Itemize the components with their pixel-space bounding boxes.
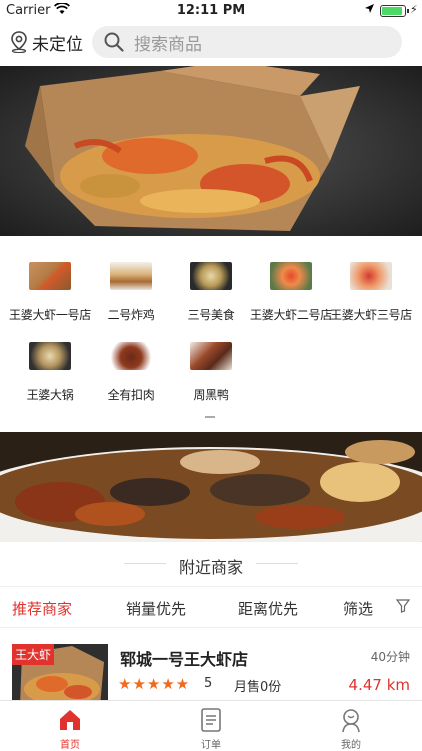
- shop-distance: 4.47 km: [348, 676, 410, 694]
- shop-list-item[interactable]: 王大虾 郓城一号王大虾店 40分钟 ★★★★★ 5 月售0份 4.47 km: [0, 630, 422, 706]
- tab-orders[interactable]: 订单: [141, 701, 281, 751]
- charging-icon: ⚡: [410, 3, 418, 16]
- location-arrow-icon: [364, 3, 375, 18]
- category-label: 王婆大虾三号店: [330, 308, 412, 322]
- bottom-tab-bar: 首页 订单 我的: [0, 700, 422, 751]
- fried-chicken-icon: [110, 262, 152, 290]
- category-item[interactable]: 王婆大锅: [8, 330, 92, 402]
- sort-sales-tab[interactable]: 销量优先: [126, 598, 186, 619]
- category-item[interactable]: 王婆大虾二号店: [249, 250, 333, 322]
- monthly-sales: 月售0份: [234, 680, 282, 695]
- shrimp-dish-icon: [350, 262, 392, 290]
- status-bar: Carrier 12:11 PM ⚡: [0, 0, 422, 22]
- clock: 12:11 PM: [176, 3, 246, 18]
- top-bar: 未定位 搜索商品: [0, 22, 422, 62]
- crab-box-icon: [29, 262, 71, 290]
- profile-icon: [338, 707, 364, 733]
- sort-recommended-tab[interactable]: 推荐商家: [12, 598, 72, 619]
- category-label: 周黑鸭: [193, 388, 229, 402]
- location-pin-icon: [11, 31, 27, 53]
- nearby-title: 附近商家: [178, 558, 243, 577]
- category-label: 王婆大虾一号店: [9, 308, 91, 322]
- search-input[interactable]: 搜索商品: [92, 26, 402, 58]
- location-button[interactable]: 未定位: [10, 28, 83, 56]
- sort-distance-tab[interactable]: 距离优先: [238, 598, 298, 619]
- braised-pork-icon: [110, 342, 152, 370]
- category-item[interactable]: 三号美食: [169, 250, 253, 322]
- filter-icon[interactable]: [395, 599, 411, 617]
- battery-icon: [380, 5, 409, 17]
- category-label: 二号炸鸡: [107, 308, 155, 322]
- category-item[interactable]: 周黑鸭: [169, 330, 253, 402]
- platter-icon: [190, 262, 232, 290]
- filter-button[interactable]: 筛选: [343, 598, 373, 619]
- category-label: 三号美食: [187, 308, 235, 322]
- category-item[interactable]: 全有扣肉: [89, 330, 173, 402]
- tab-orders-label: 订单: [201, 740, 221, 751]
- star-rating-icon: ★★★★★: [118, 675, 191, 693]
- category-item[interactable]: 王婆大虾三号店: [329, 250, 413, 322]
- sort-bar: 推荐商家 销量优先 距离优先 筛选: [0, 586, 422, 628]
- shrimp-plate-icon: [270, 262, 312, 290]
- divider: [256, 563, 298, 564]
- page-indicator: [205, 416, 215, 418]
- divider: [124, 563, 166, 564]
- search-icon: [104, 32, 124, 52]
- battery-level: [382, 7, 402, 15]
- tab-home-label: 首页: [60, 740, 80, 751]
- tab-mine[interactable]: 我的: [281, 701, 421, 751]
- promo-banner-platter[interactable]: [0, 432, 422, 542]
- shop-image: 王大虾: [12, 644, 108, 706]
- orders-icon: [198, 707, 224, 733]
- nearby-section-header: 附近商家: [0, 550, 422, 580]
- category-label: 王婆大虾二号店: [250, 308, 332, 322]
- duck-icon: [190, 342, 232, 370]
- rating-value: 5: [204, 676, 213, 691]
- big-pot-icon: [29, 342, 71, 370]
- tab-mine-label: 我的: [341, 740, 361, 751]
- category-item[interactable]: 王婆大虾一号店: [8, 250, 92, 322]
- tab-home[interactable]: 首页: [0, 701, 140, 751]
- category-label: 王婆大锅: [26, 388, 74, 402]
- delivery-time: 40分钟: [370, 650, 410, 664]
- location-label: 未定位: [32, 34, 83, 55]
- home-icon: [57, 707, 83, 733]
- shop-name: 郓城一号王大虾店: [120, 650, 249, 669]
- promo-banner-crab[interactable]: [0, 66, 422, 236]
- category-label: 全有扣肉: [107, 388, 155, 402]
- search-placeholder: 搜索商品: [134, 34, 202, 55]
- shop-tag: 王大虾: [12, 644, 55, 665]
- category-item[interactable]: 二号炸鸡: [89, 250, 173, 322]
